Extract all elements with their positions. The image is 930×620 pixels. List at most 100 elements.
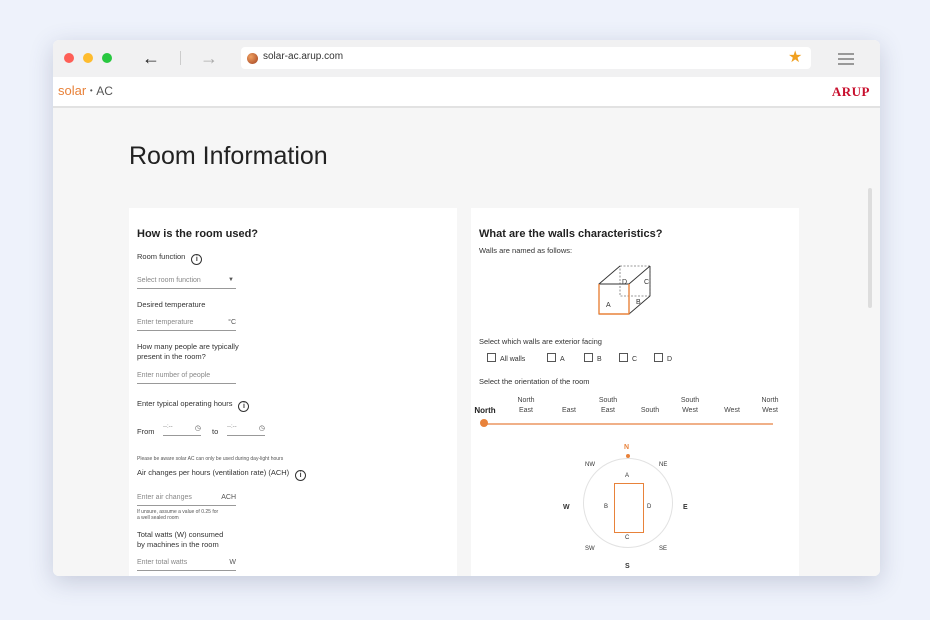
people-input[interactable]: Enter number of people (137, 371, 236, 384)
cube-label-b: B (636, 299, 641, 306)
room-wall-b-label: B (604, 504, 609, 510)
orientation-label: Select the orientation of the room (479, 377, 590, 386)
ach-hint: If unsure, assume a value of 0.25 for a w… (137, 509, 218, 521)
checkbox-label: C (632, 356, 638, 363)
info-icon[interactable]: i (295, 470, 307, 481)
logo-dot: • (89, 86, 93, 95)
orientation-text: West (682, 407, 698, 414)
compass-s-label: S (625, 563, 630, 570)
address-bar[interactable]: solar-ac.arup.com (241, 47, 811, 69)
people-placeholder: Enter number of people (137, 372, 211, 379)
temperature-input[interactable]: Enter temperature °C (137, 318, 236, 331)
checkbox-box[interactable] (547, 353, 556, 362)
air-changes-unit: ACH (221, 494, 236, 501)
info-icon[interactable]: i (238, 401, 250, 412)
desired-temperature-label: Desired temperature (137, 300, 206, 309)
room-function-label-text: Room function (137, 252, 186, 261)
checkbox-all-walls[interactable]: All walls (487, 353, 525, 363)
exterior-walls-label: Select which walls are exterior facing (479, 337, 602, 346)
orientation-north[interactable]: North (471, 406, 499, 416)
compass-nw-label: NW (585, 462, 595, 468)
page-title: Room Information (129, 142, 328, 170)
minimize-window-button[interactable] (83, 53, 93, 63)
orientation-west[interactable]: West (717, 406, 747, 416)
scrollbar-thumb[interactable] (868, 188, 872, 308)
people-label: How many people are typically present in … (137, 342, 239, 362)
solar-ac-logo[interactable]: solar • AC (58, 83, 113, 98)
air-changes-input[interactable]: Enter air changes ACH (137, 493, 236, 506)
checkbox-wall-c[interactable]: C (619, 353, 637, 363)
orientation-south-east[interactable]: South East (593, 396, 623, 416)
watts-placeholder: Enter total watts (137, 559, 188, 566)
checkbox-box[interactable] (619, 353, 628, 362)
watts-input[interactable]: Enter total watts W (137, 558, 236, 571)
to-time-input[interactable]: --:-- ◷ (227, 424, 265, 436)
clock-icon: ◷ (258, 425, 265, 432)
forward-arrow-icon[interactable]: → (199, 49, 219, 67)
browser-chrome: ← → solar-ac.arup.com ★ (53, 40, 880, 77)
orientation-south-west[interactable]: South West (675, 396, 705, 416)
logo-solar-text: solar (58, 83, 87, 98)
watts-unit: W (229, 559, 236, 566)
info-icon[interactable]: i (191, 254, 203, 265)
walls-title: What are the walls characteristics? (479, 228, 663, 240)
ach-label: Air changes per hours (ventilation rate)… (137, 468, 307, 481)
compass-ne-label: NE (659, 462, 668, 468)
room-function-select[interactable]: Select room function ▼ (137, 276, 236, 289)
walls-naming-label: Walls are named as follows: (479, 246, 573, 255)
air-changes-placeholder: Enter air changes (137, 494, 192, 501)
orientation-north-east[interactable]: North East (511, 396, 541, 416)
orientation-slider-track[interactable] (483, 423, 773, 425)
back-arrow-icon[interactable]: ← (141, 49, 161, 67)
orientation-slider-thumb[interactable] (480, 419, 488, 427)
checkbox-box[interactable] (487, 353, 496, 362)
people-label-line1: How many people are typically (137, 342, 239, 351)
orientation-east[interactable]: East (554, 406, 584, 416)
close-window-button[interactable] (64, 53, 74, 63)
room-wall-a-label: A (625, 473, 630, 479)
to-time-placeholder: --:-- (227, 424, 237, 430)
checkbox-box[interactable] (654, 353, 663, 362)
orientation-text: South (640, 407, 660, 414)
watts-label-line1: Total watts (W) consumed (137, 530, 224, 539)
site-favicon-icon (247, 53, 258, 64)
checkbox-wall-b[interactable]: B (584, 353, 602, 363)
daylight-note: Please be aware solar AC can only be use… (137, 456, 284, 462)
temperature-unit: °C (228, 319, 236, 326)
browser-window: ← → solar-ac.arup.com ★ solar • AC ARUP … (53, 40, 880, 576)
arup-logo[interactable]: ARUP (832, 84, 870, 100)
orientation-north-west[interactable]: North West (755, 396, 785, 416)
checkbox-label: B (597, 356, 602, 363)
orientation-text: North (517, 397, 535, 404)
nav-separator (180, 51, 181, 65)
temperature-placeholder: Enter temperature (137, 319, 194, 326)
orientation-text: South (680, 397, 700, 404)
room-usage-title: How is the room used? (137, 228, 259, 240)
watts-label: Total watts (W) consumed by machines in t… (137, 530, 223, 550)
checkbox-wall-a[interactable]: A (547, 353, 565, 363)
star-icon[interactable]: ★ (788, 49, 802, 67)
checkbox-box[interactable] (584, 353, 593, 362)
walls-card: What are the walls characteristics? Wall… (471, 208, 799, 576)
wall-cube-diagram: D C B A (598, 265, 651, 315)
room-outline (614, 483, 644, 533)
page-content: Room Information How is the room used? R… (53, 108, 880, 576)
chevron-down-icon: ▼ (228, 277, 234, 283)
checkbox-label: A (560, 356, 565, 363)
logo-ac-text: AC (96, 84, 113, 98)
menu-icon[interactable] (838, 53, 854, 68)
compass-w-label: W (563, 504, 570, 511)
checkbox-wall-d[interactable]: D (654, 353, 672, 363)
from-time-input[interactable]: --:-- ◷ (163, 424, 201, 436)
compass-se-label: SE (659, 546, 668, 552)
maximize-window-button[interactable] (102, 53, 112, 63)
ach-label-text: Air changes per hours (ventilation rate)… (137, 468, 290, 477)
orientation-south[interactable]: South (635, 406, 665, 416)
orientation-text: North (761, 397, 779, 404)
app-header: solar • AC ARUP (53, 77, 880, 108)
compass-e-label: E (683, 504, 688, 511)
orientation-text: North (474, 406, 496, 415)
ach-hint-line2: a well sealed room (137, 515, 179, 521)
clock-icon: ◷ (194, 425, 201, 432)
checkbox-label: D (667, 356, 673, 363)
